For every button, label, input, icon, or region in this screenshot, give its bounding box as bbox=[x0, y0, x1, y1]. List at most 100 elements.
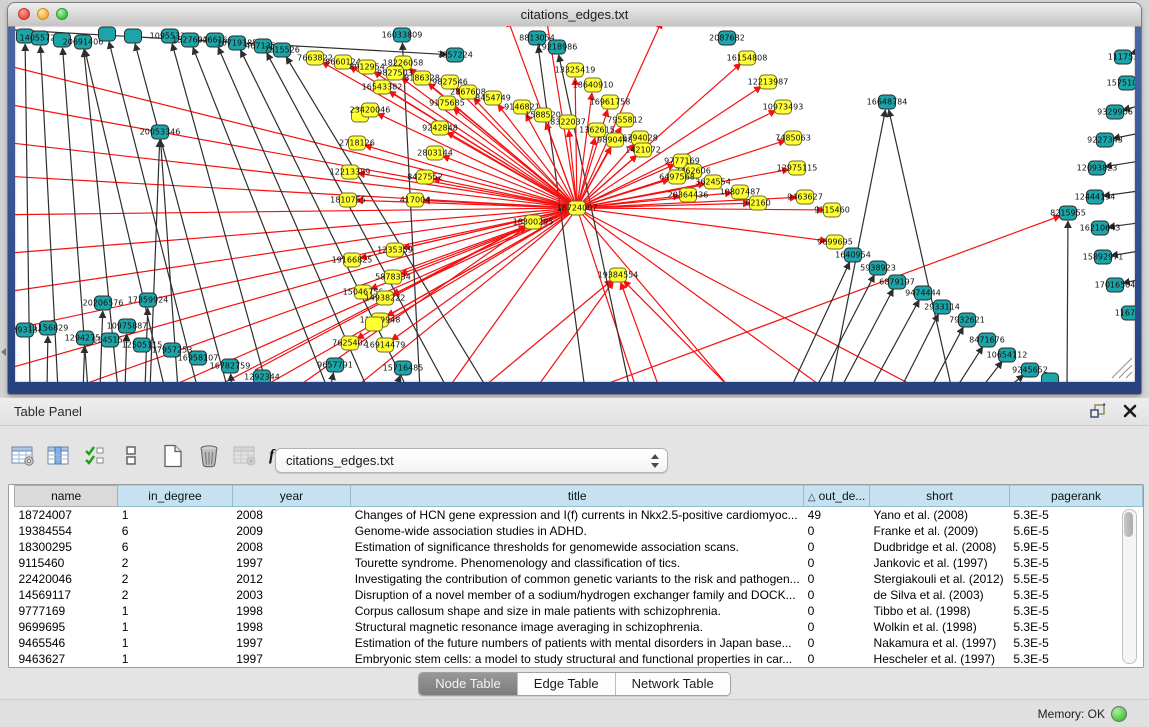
citation-edge-black[interactable] bbox=[1005, 375, 1024, 382]
graph-node-yellow[interactable]: 12213389 bbox=[330, 165, 371, 179]
graph-node-yellow[interactable]: 18640910 bbox=[573, 78, 614, 92]
tab-edge-table[interactable]: Edge Table bbox=[517, 673, 615, 695]
citation-edge-black[interactable] bbox=[790, 262, 850, 382]
graph-node-yellow[interactable]: 7625402 bbox=[332, 336, 368, 350]
table-row[interactable]: 946554611997Estimation of the future num… bbox=[15, 635, 1143, 651]
graph-node-yellow[interactable]: 19166825 bbox=[332, 253, 373, 267]
table-settings-icon[interactable] bbox=[10, 443, 36, 469]
graph-node-teal[interactable]: 10654112 bbox=[987, 348, 1028, 362]
table-selector-combobox[interactable]: citations_edges.txt bbox=[275, 448, 668, 473]
graph-node-yellow[interactable]: 7485063 bbox=[775, 131, 811, 145]
graph-node-yellow[interactable]: 6497568 bbox=[659, 170, 695, 184]
citation-edge-black[interactable] bbox=[330, 373, 333, 382]
select-column-icon[interactable] bbox=[46, 443, 72, 469]
table-row[interactable]: 969969511998Structural magnetic resonanc… bbox=[15, 619, 1143, 635]
citation-edge-red[interactable] bbox=[577, 208, 638, 382]
graph-node-yellow[interactable]: 14938222 bbox=[365, 291, 406, 305]
table-row[interactable]: 946362711997Embryonic stem cells: a mode… bbox=[15, 651, 1143, 667]
graph-node-yellow[interactable]: 19384554 bbox=[598, 268, 639, 282]
network-canvas[interactable]: 1405572420691406109553271527602646616010… bbox=[15, 26, 1135, 382]
graph-node-yellow[interactable]: 10973493 bbox=[763, 100, 804, 114]
new-table-icon[interactable] bbox=[160, 443, 186, 469]
citation-edge-black[interactable] bbox=[889, 110, 952, 382]
graph-node-yellow[interactable]: 16914479 bbox=[365, 338, 406, 352]
citation-edge-red[interactable] bbox=[577, 208, 824, 210]
column-header-short[interactable]: short bbox=[870, 486, 1010, 507]
column-header-title[interactable]: title bbox=[351, 486, 804, 507]
citation-edge-black[interactable] bbox=[840, 289, 893, 382]
graph-node-teal[interactable]: 17016504 bbox=[1095, 278, 1135, 292]
tab-network-table[interactable]: Network Table bbox=[615, 673, 730, 695]
table-row[interactable]: 977716911998Corpus callosum shape and si… bbox=[15, 603, 1143, 619]
citation-edge-black[interactable] bbox=[193, 47, 328, 382]
graph-node-teal[interactable]: 2087682 bbox=[709, 31, 745, 45]
column-header-out-de-[interactable]: △out_de... bbox=[804, 486, 870, 507]
graph-node-yellow[interactable]: 1421072 bbox=[625, 143, 661, 157]
citation-edge-black[interactable] bbox=[1067, 221, 1068, 382]
graph-node-teal[interactable]: 6879197 bbox=[879, 275, 915, 289]
citation-edge-red[interactable] bbox=[15, 208, 577, 333]
graph-node-yellow[interactable]: 12213987 bbox=[748, 75, 789, 89]
graph-node-teal[interactable] bbox=[125, 29, 142, 43]
graph-node-teal[interactable]: 9329966 bbox=[1097, 105, 1133, 119]
graph-node-teal[interactable]: 16210643 bbox=[1080, 221, 1121, 235]
graph-node-yellow[interactable]: 16543382 bbox=[362, 80, 403, 94]
graph-node-teal[interactable]: 9227343 bbox=[1087, 133, 1123, 147]
graph-node-teal[interactable]: 20206576 bbox=[83, 296, 124, 310]
graph-node-teal[interactable]: 5938923 bbox=[860, 261, 896, 275]
memory-status-indicator[interactable] bbox=[1111, 706, 1127, 722]
graph-node-teal[interactable]: 1292344 bbox=[244, 370, 280, 382]
select-rows-check-icon[interactable] bbox=[82, 443, 108, 469]
graph-node-teal[interactable]: 111753 bbox=[1108, 50, 1135, 64]
table-row[interactable]: 1938455462009Genome-wide association stu… bbox=[15, 523, 1143, 539]
graph-node-teal[interactable]: 15892971 bbox=[1083, 250, 1124, 264]
graph-node-teal[interactable]: 16782759 bbox=[210, 359, 251, 373]
citation-edge-black[interactable] bbox=[100, 311, 103, 382]
citation-edge-red[interactable] bbox=[535, 281, 613, 382]
graph-node-teal[interactable]: 16648784 bbox=[867, 95, 908, 109]
graph-node-teal[interactable]: 8471676 bbox=[969, 333, 1005, 347]
graph-node-yellow[interactable]: 16154808 bbox=[727, 51, 768, 65]
float-panel-icon[interactable] bbox=[1089, 402, 1107, 420]
graph-node-teal[interactable]: 7932621 bbox=[949, 313, 985, 327]
table-row[interactable]: 2242004622012Investigating the contribut… bbox=[15, 571, 1143, 587]
graph-node-yellow[interactable]: 9699695 bbox=[817, 235, 853, 249]
graph-node-teal[interactable]: 1640954 bbox=[835, 248, 871, 262]
graph-node-teal[interactable]: 7857224 bbox=[437, 48, 473, 62]
graph-node-yellow[interactable]: 417004 bbox=[400, 193, 431, 207]
graph-node-teal[interactable]: 15751074 bbox=[1107, 76, 1135, 90]
graph-node-teal[interactable]: 12444194 bbox=[1075, 190, 1116, 204]
column-header-in-degree[interactable]: in_degree bbox=[118, 486, 232, 507]
citation-edge-black[interactable] bbox=[980, 361, 1002, 382]
network-graph[interactable]: 1405572420691406109553271527602646616010… bbox=[15, 26, 1135, 382]
citation-edge-red[interactable] bbox=[15, 62, 577, 208]
combobox-stepper-icon[interactable] bbox=[650, 453, 659, 469]
row-height-icon[interactable] bbox=[118, 443, 144, 469]
graph-node-teal[interactable]: 20053346 bbox=[140, 125, 181, 139]
graph-node-teal[interactable]: 12093823 bbox=[1077, 161, 1118, 175]
citation-edge-black[interactable] bbox=[815, 275, 874, 382]
citation-edge-black[interactable] bbox=[955, 347, 983, 382]
column-header-name[interactable]: name bbox=[15, 486, 118, 507]
citation-edge-red[interactable] bbox=[624, 281, 730, 382]
graph-node-teal[interactable]: 16033809 bbox=[382, 28, 423, 42]
graph-node-yellow[interactable]: 18300295 bbox=[513, 215, 554, 229]
citation-edge-red[interactable] bbox=[480, 280, 612, 382]
citation-edge-red[interactable] bbox=[577, 208, 834, 382]
graph-node-yellow[interactable]: 5878334 bbox=[375, 270, 411, 284]
graph-node-yellow[interactable]: 2718126 bbox=[339, 136, 375, 150]
graph-node-teal[interactable] bbox=[1042, 373, 1059, 382]
graph-node-yellow[interactable]: 9175685 bbox=[429, 96, 465, 110]
table-row[interactable]: 1456911722003Disruption of a novel membe… bbox=[15, 587, 1143, 603]
table-row[interactable]: 1872400712008Changes of HCN gene express… bbox=[15, 507, 1143, 524]
graph-node-teal[interactable]: 17359924 bbox=[128, 293, 169, 307]
graph-node-teal[interactable]: 2933114 bbox=[924, 300, 960, 314]
graph-node-yellow[interactable] bbox=[366, 317, 383, 331]
graph-node-yellow[interactable]: 62160 bbox=[745, 196, 770, 210]
graph-node-teal[interactable]: 9474444 bbox=[905, 286, 941, 300]
citation-edge-black[interactable] bbox=[870, 300, 919, 382]
column-header-year[interactable]: year bbox=[232, 486, 351, 507]
graph-node-teal[interactable]: 116753 bbox=[1115, 306, 1135, 320]
citation-edge-red[interactable] bbox=[577, 208, 735, 382]
graph-node-yellow[interactable]: 12975115 bbox=[777, 161, 818, 175]
